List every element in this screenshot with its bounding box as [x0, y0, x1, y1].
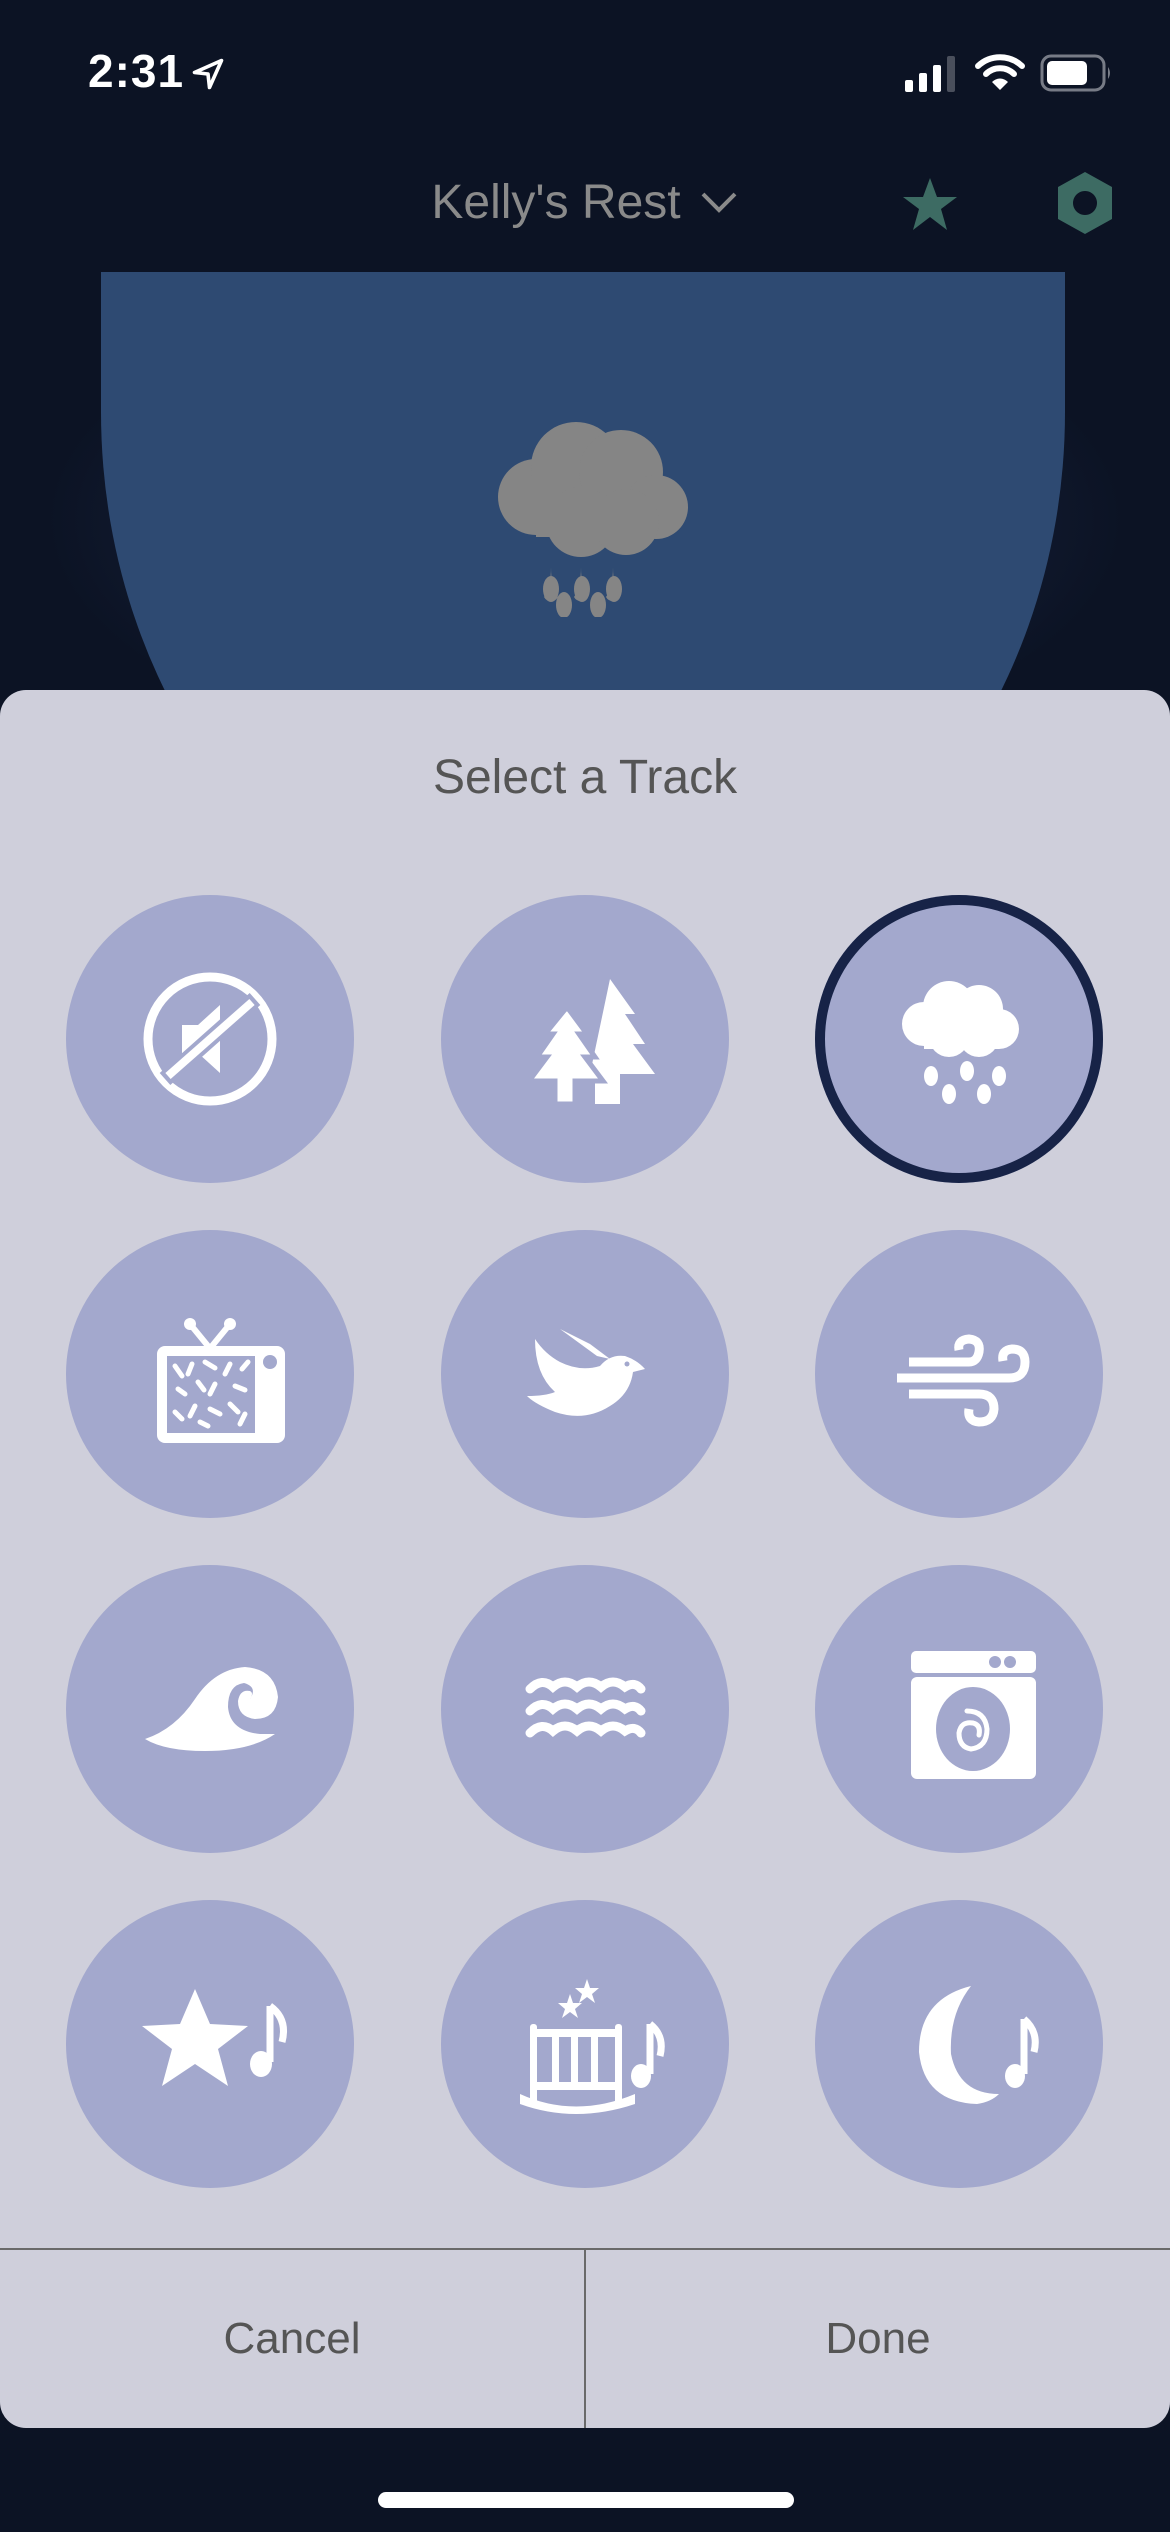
crib-music-icon	[520, 1979, 665, 2114]
track-moon[interactable]	[815, 1900, 1103, 2188]
cancel-button[interactable]: Cancel	[0, 2250, 584, 2428]
track-none[interactable]	[66, 895, 354, 1183]
washing-machine-icon	[911, 1651, 1036, 1779]
room-selector[interactable]: Kelly's Rest	[0, 175, 1170, 230]
no-sound-icon	[143, 972, 277, 1106]
rain-cloud-icon	[902, 981, 1019, 1104]
home-indicator[interactable]	[378, 2492, 794, 2508]
track-water[interactable]	[441, 1565, 729, 1853]
wind-icon	[897, 1334, 1030, 1427]
chevron-down-icon[interactable]	[699, 188, 739, 218]
pine-trees-icon	[524, 979, 655, 1107]
status-bar: 2:31	[0, 0, 1170, 150]
wave-icon	[145, 1667, 278, 1751]
rain-cloud-icon	[498, 422, 688, 617]
done-button[interactable]: Done	[584, 2250, 1170, 2428]
track-lullaby[interactable]	[441, 1900, 729, 2188]
sheet-title: Select a Track	[432, 751, 738, 804]
star-music-icon	[142, 1989, 287, 2086]
water-waves-icon	[525, 1677, 646, 1738]
track-twinkle[interactable]	[66, 1900, 354, 2188]
track-forest[interactable]	[441, 895, 729, 1183]
track-wind[interactable]	[815, 1230, 1103, 1518]
track-rain[interactable]	[815, 895, 1103, 1183]
star-icon[interactable]	[900, 175, 960, 235]
header: Kelly's Rest	[0, 150, 1170, 270]
tv-static-icon	[157, 1318, 285, 1443]
moon-music-icon	[919, 1986, 1039, 2104]
track-birds[interactable]	[441, 1230, 729, 1518]
status-time: 2:31	[88, 45, 185, 97]
battery-icon	[1040, 54, 1110, 92]
room-title[interactable]: Kelly's Rest	[431, 175, 680, 230]
track-picker-sheet: Select a Track Cancel Done	[0, 690, 1170, 2428]
track-dryer[interactable]	[815, 1565, 1103, 1853]
sheet-footer: Cancel Done	[0, 2248, 1170, 2428]
wifi-icon	[975, 54, 1025, 90]
cellular-signal-icon	[905, 56, 955, 92]
track-ocean-wave[interactable]	[66, 1565, 354, 1853]
track-static[interactable]	[66, 1230, 354, 1518]
location-arrow-icon	[192, 58, 224, 90]
hex-nut-settings-icon[interactable]	[1055, 170, 1115, 236]
dove-icon	[527, 1329, 645, 1416]
